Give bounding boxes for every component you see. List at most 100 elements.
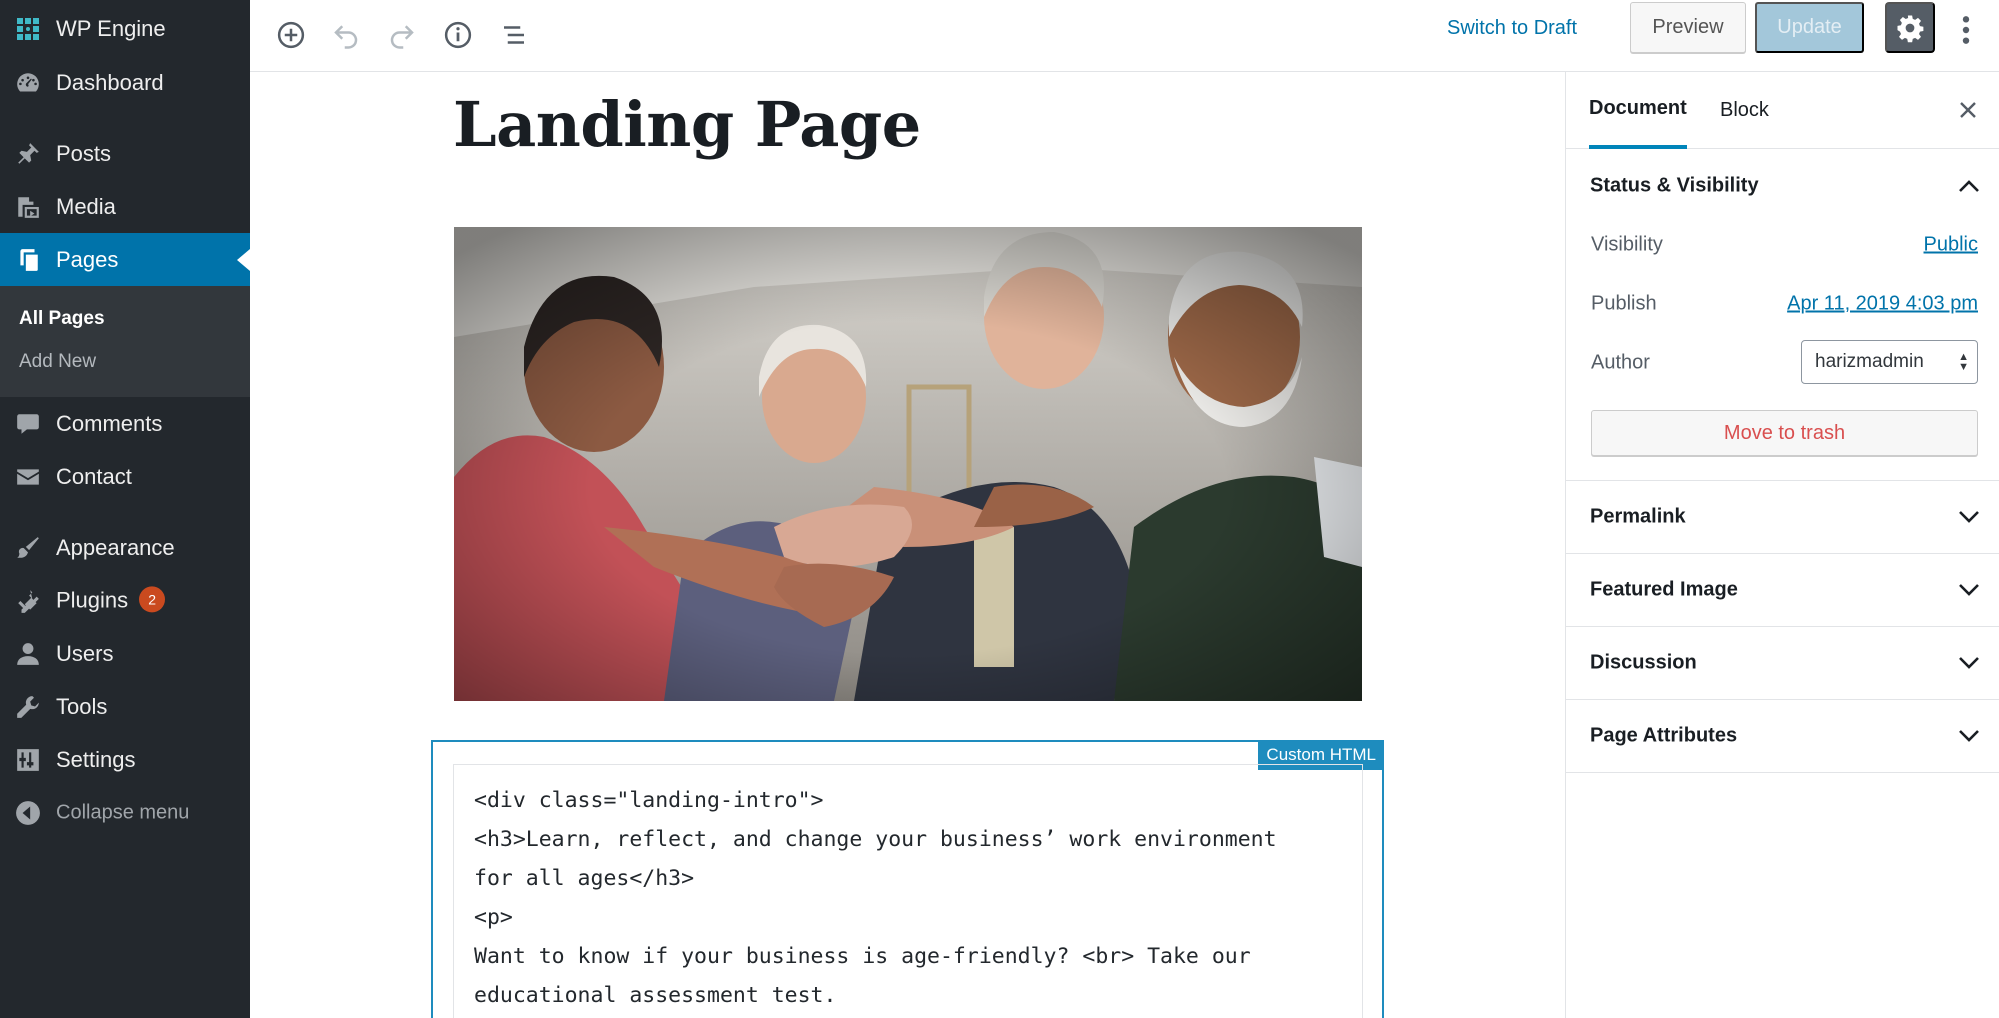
author-label: Author [1591, 351, 1650, 374]
sidebar-item-label: Tools [56, 693, 108, 719]
submenu-item-all-pages[interactable]: All Pages [19, 308, 105, 330]
media-icon [14, 193, 42, 221]
pages-icon [14, 246, 42, 274]
code-line: <p> [474, 905, 513, 930]
page-title[interactable]: Landing Page [453, 88, 921, 161]
wrench-icon [14, 693, 42, 721]
custom-html-block[interactable]: Custom HTML <div class="landing-intro"> … [431, 740, 1384, 1018]
visibility-row: Visibility Public [1591, 225, 1978, 265]
undo-icon[interactable] [323, 12, 369, 58]
sidebar-item-plugins[interactable]: Plugins 2 [0, 574, 250, 627]
author-row: Author harizmadmin ▲ ▼ [1591, 340, 1978, 384]
sidebar-item-contact[interactable]: Contact [0, 450, 250, 503]
sidebar-item-label: Posts [56, 140, 112, 166]
author-selected-value: harizmadmin [1815, 351, 1924, 372]
sidebar-item-dashboard[interactable]: Dashboard [0, 56, 250, 109]
settings-toggle-button[interactable] [1885, 2, 1935, 53]
sliders-icon [14, 746, 42, 774]
panel-page-attributes-toggle[interactable]: Page Attributes [1566, 700, 1999, 773]
panel-title: Featured Image [1590, 578, 1738, 601]
close-icon[interactable] [1954, 96, 1982, 124]
html-code-editor[interactable]: <div class="landing-intro"> <h3>Learn, r… [453, 764, 1363, 1018]
sidebar-item-label: Users [56, 640, 114, 666]
panel-title: Page Attributes [1590, 724, 1738, 747]
sidebar-item-label: Settings [56, 746, 136, 772]
publish-row: Publish Apr 11, 2019 4:03 pm [1591, 284, 1978, 324]
chevron-down-icon [1956, 723, 1982, 749]
code-line: Want to know if your business is age-fri… [474, 944, 1251, 969]
block-navigation-icon[interactable] [491, 12, 537, 58]
code-line: educational assessment test. [474, 983, 837, 1008]
publish-date-link[interactable]: Apr 11, 2019 4:03 pm [1787, 293, 1978, 316]
chevron-down-icon [1956, 504, 1982, 530]
user-icon [14, 640, 42, 668]
submenu-item-add-new[interactable]: Add New [19, 351, 96, 373]
admin-sidebar: WP Engine Dashboard Posts Media Pages Al… [0, 0, 250, 1018]
sidebar-item-pages[interactable]: Pages [0, 233, 250, 286]
plugin-icon [14, 587, 42, 615]
code-line: <div class="landing-intro"> [474, 788, 824, 813]
sidebar-item-tools[interactable]: Tools [0, 680, 250, 733]
dashboard-icon [14, 69, 42, 97]
gear-icon [1895, 13, 1925, 43]
collapse-arrow-icon [14, 799, 42, 827]
sidebar-tabs: Document Block [1566, 72, 1999, 149]
site-name-link[interactable]: WP Engine [0, 2, 250, 55]
chevron-up-icon [1956, 173, 1982, 199]
sidebar-item-posts[interactable]: Posts [0, 127, 250, 180]
redo-icon[interactable] [379, 12, 425, 58]
panel-discussion-toggle[interactable]: Discussion [1566, 627, 1999, 700]
panel-permalink-toggle[interactable]: Permalink [1566, 481, 1999, 554]
sidebar-item-label: Plugins 2 [56, 586, 166, 614]
add-block-icon[interactable] [268, 12, 314, 58]
select-arrows-icon: ▲ ▼ [1958, 351, 1969, 373]
sidebar-item-label: Pages [56, 246, 119, 272]
chevron-down-icon [1956, 650, 1982, 676]
sidebar-item-comments[interactable]: Comments [0, 397, 250, 450]
sidebar-item-label: Contact [56, 463, 132, 489]
plugins-update-badge: 2 [139, 586, 166, 613]
envelope-icon [14, 463, 42, 491]
code-line: for all ages</h3> [474, 866, 695, 891]
panel-featured-image-toggle[interactable]: Featured Image [1566, 554, 1999, 627]
visibility-toggle-link[interactable]: Public [1924, 234, 1978, 257]
comment-icon [14, 410, 42, 438]
editor-toolbar: Switch to Draft Preview Update [250, 0, 1999, 72]
publish-label: Publish [1591, 292, 1657, 315]
settings-sidebar: Document Block Status & Visibility Visib… [1565, 72, 1999, 1018]
hero-image[interactable] [454, 227, 1362, 701]
chevron-down-icon [1956, 577, 1982, 603]
sidebar-item-label: Dashboard [56, 69, 164, 95]
collapse-menu-button[interactable]: Collapse menu [0, 786, 250, 839]
collapse-menu-label: Collapse menu [56, 801, 190, 823]
sidebar-item-appearance[interactable]: Appearance [0, 521, 250, 574]
sidebar-item-label: Comments [56, 410, 163, 436]
wp-engine-logo-icon [14, 15, 42, 43]
editor-canvas: Landing Page Custom HTML <div class="lan… [250, 72, 1565, 1018]
sidebar-item-settings[interactable]: Settings [0, 733, 250, 786]
pages-submenu: All Pages Add New [0, 286, 250, 397]
panel-title: Permalink [1590, 505, 1686, 528]
visibility-label: Visibility [1591, 233, 1663, 256]
panel-status-visibility-toggle[interactable]: Status & Visibility [1566, 149, 1999, 222]
info-icon[interactable] [435, 12, 481, 58]
site-name: WP Engine [56, 15, 166, 41]
sidebar-item-label: Media [56, 193, 116, 219]
sidebar-item-media[interactable]: Media [0, 180, 250, 233]
sidebar-item-label: Appearance [56, 534, 175, 560]
author-select[interactable]: harizmadmin ▲ ▼ [1801, 340, 1978, 384]
update-button[interactable]: Update [1755, 2, 1864, 53]
switch-to-draft-button[interactable]: Switch to Draft [1447, 17, 1577, 40]
tab-document[interactable]: Document [1589, 72, 1687, 149]
code-line: <h3>Learn, reflect, and change your busi… [474, 827, 1277, 852]
sidebar-item-users[interactable]: Users [0, 627, 250, 680]
move-to-trash-button[interactable]: Move to trash [1591, 410, 1978, 456]
more-options-icon[interactable] [1948, 10, 1984, 50]
pin-icon [14, 140, 42, 168]
panel-title: Discussion [1590, 651, 1697, 674]
preview-button[interactable]: Preview [1630, 2, 1746, 53]
panel-title: Status & Visibility [1590, 174, 1759, 196]
plugins-label-text: Plugins [56, 586, 129, 612]
tab-block[interactable]: Block [1720, 72, 1769, 149]
paintbrush-icon [14, 534, 42, 562]
